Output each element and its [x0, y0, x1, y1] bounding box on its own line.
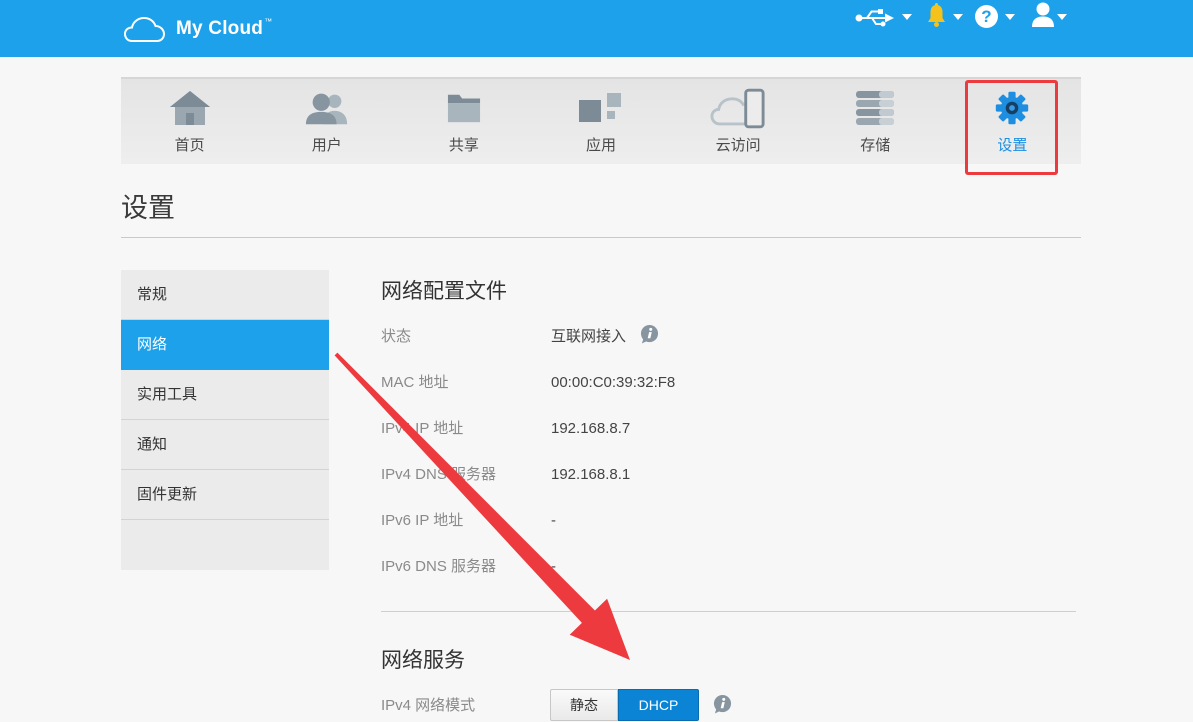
nav-item-settings[interactable]: 设置	[944, 79, 1081, 164]
info-row-ipv6-dns: IPv6 DNS 服务器 -	[381, 544, 1081, 590]
sidebar-item-network[interactable]: 网络	[121, 320, 329, 370]
apps-icon	[532, 88, 669, 128]
nav-item-apps[interactable]: 应用	[532, 79, 669, 164]
field-label: IPv6 IP 地址	[381, 512, 464, 529]
divider	[381, 611, 1076, 612]
user-menu-button[interactable]	[1031, 2, 1055, 27]
info-icon[interactable]	[639, 325, 660, 344]
cloud-access-icon	[670, 88, 807, 128]
nav-item-users[interactable]: 用户	[258, 79, 395, 164]
field-label: MAC 地址	[381, 374, 449, 391]
divider	[121, 237, 1081, 238]
sidebar-item-label: 实用工具	[137, 386, 198, 403]
network-profile-list: 状态 互联网接入 MAC 地址 00:00:C0:39:32:F8 IPv4 I…	[381, 314, 1081, 590]
field-value: 00:00:C0:39:32:F8	[551, 374, 676, 391]
field-label: IPv4 DNS 服务器	[381, 466, 497, 483]
nav-item-share[interactable]: 共享	[395, 79, 532, 164]
user-icon	[1032, 2, 1054, 27]
nav-label: 存储	[860, 137, 891, 154]
field-value: 互联网接入	[551, 328, 627, 345]
folder-icon	[395, 88, 532, 128]
sidebar-item-utilities[interactable]: 实用工具	[121, 370, 329, 420]
field-label: IPv4 IP 地址	[381, 420, 464, 437]
sidebar-item-label: 通知	[137, 436, 168, 453]
page-title: 设置	[121, 193, 175, 223]
cloud-logo-icon	[123, 16, 166, 42]
field-value: -	[551, 512, 556, 529]
field-label: 状态	[381, 328, 412, 345]
bell-icon	[928, 3, 945, 27]
field-value: 192.168.8.1	[551, 466, 631, 483]
users-icon	[258, 88, 395, 128]
chevron-down-icon[interactable]	[953, 14, 963, 20]
top-bar: My Cloud ™ ?	[0, 0, 1193, 57]
notifications-button[interactable]	[926, 3, 947, 28]
home-icon	[121, 88, 258, 128]
help-icon[interactable]: ?	[975, 5, 998, 28]
network-profile-heading: 网络配置文件	[381, 280, 507, 303]
chevron-down-icon[interactable]	[1005, 14, 1015, 20]
nav-item-home[interactable]: 首页	[121, 79, 258, 164]
nav-label: 用户	[311, 137, 342, 154]
usb-icon	[855, 9, 894, 27]
settings-sidebar: 常规 网络 实用工具 通知 固件更新	[121, 270, 329, 570]
sidebar-item-firmware-update[interactable]: 固件更新	[121, 470, 329, 520]
sidebar-item-label: 常规	[137, 286, 168, 303]
nav-label: 设置	[997, 137, 1028, 154]
info-row-status: 状态 互联网接入	[381, 314, 1081, 360]
info-row-ipv4-address: IPv4 IP 地址 192.168.8.7	[381, 406, 1081, 452]
brand-name: My Cloud	[176, 18, 264, 39]
info-icon[interactable]	[712, 695, 733, 714]
my-cloud-logo[interactable]: My Cloud ™	[123, 14, 272, 44]
nav-item-cloud-access[interactable]: 云访问	[670, 79, 807, 164]
gear-icon	[944, 88, 1081, 128]
sidebar-item-notifications[interactable]: 通知	[121, 420, 329, 470]
nav-label: 共享	[448, 137, 479, 154]
sidebar-item-general[interactable]: 常规	[121, 270, 329, 320]
info-row-ipv6-address: IPv6 IP 地址 -	[381, 498, 1081, 544]
main-nav: 首页 用户 共享 应用 云访问 存储 设置	[121, 77, 1081, 164]
ipv4-mode-label: IPv4 网络模式	[381, 697, 476, 714]
sidebar-item-label: 固件更新	[137, 486, 198, 503]
chevron-down-icon[interactable]	[1057, 14, 1067, 20]
info-row-mac-address: MAC 地址 00:00:C0:39:32:F8	[381, 360, 1081, 406]
ipv4-mode-static-button[interactable]: 静态	[550, 689, 618, 721]
storage-icon	[807, 88, 944, 128]
field-value: 192.168.8.7	[551, 420, 631, 437]
nav-label: 云访问	[715, 137, 761, 154]
sidebar-item-label: 网络	[137, 336, 168, 353]
field-label: IPv6 DNS 服务器	[381, 558, 497, 575]
field-value: -	[551, 558, 556, 575]
chevron-down-icon[interactable]	[902, 14, 912, 20]
nav-item-storage[interactable]: 存储	[807, 79, 944, 164]
nav-label: 首页	[174, 137, 205, 154]
nav-label: 应用	[585, 137, 616, 154]
ipv4-mode-dhcp-button[interactable]: DHCP	[618, 689, 699, 721]
network-services-heading: 网络服务	[381, 649, 465, 672]
trademark-symbol: ™	[264, 16, 273, 26]
usb-button[interactable]	[855, 8, 895, 27]
info-row-ipv4-dns: IPv4 DNS 服务器 192.168.8.1	[381, 452, 1081, 498]
